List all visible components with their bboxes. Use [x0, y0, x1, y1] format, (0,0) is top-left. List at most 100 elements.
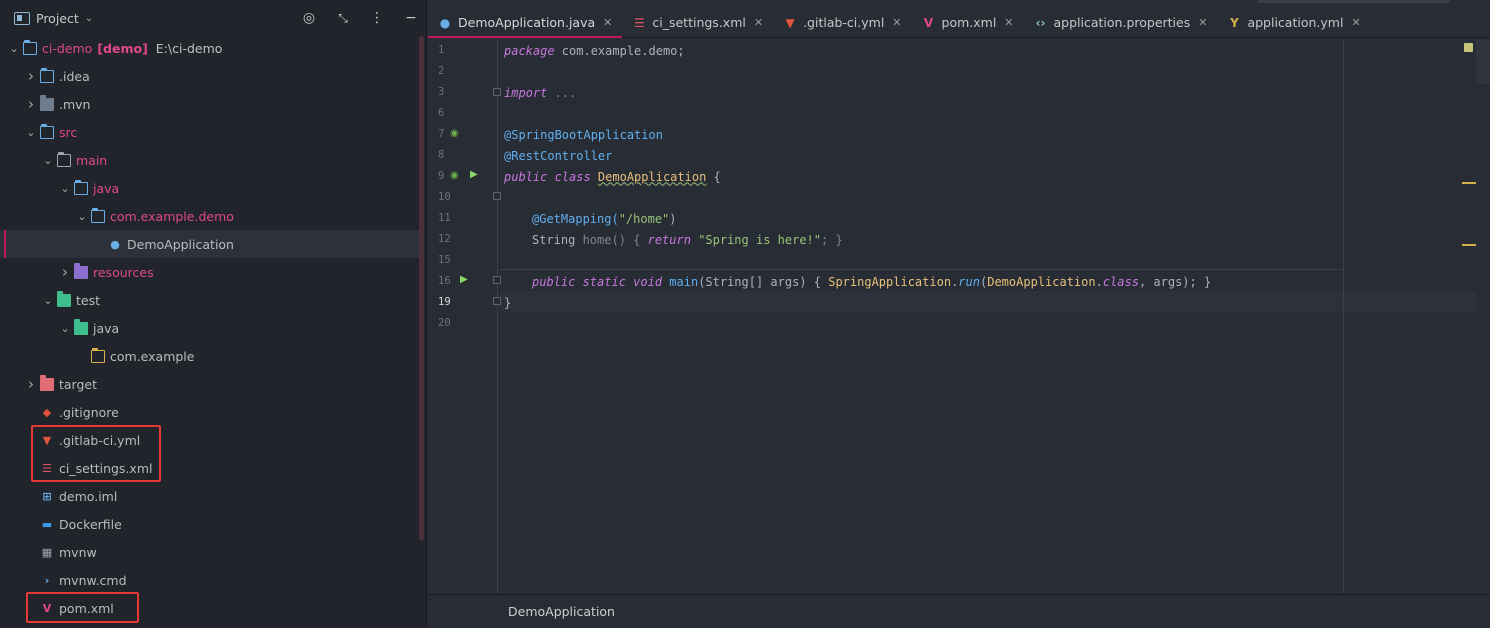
fold-marker-icon[interactable] [493, 276, 501, 284]
fold-marker-icon[interactable] [493, 297, 501, 305]
tree-item[interactable]: ⌄ java [0, 314, 424, 342]
project-icon [14, 11, 30, 25]
chevron-down-icon[interactable]: ⌄ [25, 126, 37, 139]
chevron-right-icon[interactable]: › [25, 67, 37, 85]
folder-yellow-icon [91, 347, 105, 363]
target-icon[interactable]: ◎ [299, 8, 319, 28]
yml-icon: Y [1230, 15, 1239, 30]
run-icon[interactable]: ▶ [460, 274, 468, 285]
code-line-7: @SpringBootApplication [504, 127, 663, 142]
tab-application-properties[interactable]: ‹› application.properties ✕ [1024, 8, 1218, 37]
line-number: 15 [438, 254, 451, 266]
tree-item-label: java [93, 180, 120, 196]
tree-item-label: mvnw [59, 544, 97, 560]
chevron-down-icon[interactable]: ⌄ [42, 154, 54, 167]
tree-item[interactable]: › .idea [0, 62, 424, 90]
tab-demoapplication-java[interactable]: ● DemoApplication.java ✕ [428, 8, 623, 38]
gitlab-icon: ▼ [785, 15, 795, 30]
highlight-box-ci-files [31, 425, 161, 482]
tree-item[interactable]: ⌄ java [0, 174, 424, 202]
xml-settings-icon: ☰ [633, 15, 645, 30]
maven-icon: V [923, 15, 934, 30]
tree-item[interactable]: ◆ .gitignore [0, 398, 424, 426]
more-icon[interactable]: ⋮ [367, 8, 387, 28]
current-line-highlight [499, 291, 1476, 312]
collapse-icon[interactable]: ⤡ [333, 8, 353, 28]
chevron-right-icon[interactable]: › [25, 375, 37, 393]
line-number: 20 [438, 317, 451, 329]
run-icon[interactable]: ▶ [470, 169, 478, 180]
folder-res-icon [74, 262, 88, 279]
editor-breadcrumb: DemoApplication [428, 594, 1490, 628]
tree-item[interactable]: ⌄ main [0, 146, 424, 174]
tree-item-label: resources [93, 264, 154, 280]
git-icon: ◆ [42, 405, 52, 419]
tree-item[interactable]: › target [0, 370, 424, 398]
tree-item[interactable]: ⌄ ci-demo [demo] E:\ci-demo [0, 34, 424, 62]
tab-label: application.properties [1053, 15, 1191, 30]
tree-item[interactable]: ⌄ src [0, 118, 424, 146]
tree-item-label: .gitignore [59, 404, 119, 420]
tree-item-label: src [59, 124, 78, 140]
fold-marker-icon[interactable] [493, 192, 501, 200]
tree-item-label: com.example.demo [110, 208, 234, 224]
tree-item-label: .mvn [59, 96, 91, 112]
script-icon: ▦ [41, 545, 53, 559]
tree-item-label: Dockerfile [59, 516, 122, 532]
warning-marker[interactable] [1462, 182, 1476, 184]
chevron-down-icon[interactable]: ⌄ [59, 322, 71, 335]
tab-gitlab-ci-yml[interactable]: ▼ .gitlab-ci.yml ✕ [773, 8, 911, 37]
close-icon[interactable]: ✕ [754, 16, 763, 29]
chevron-right-icon[interactable]: › [25, 95, 37, 113]
line-number: 8 [438, 149, 445, 161]
chevron-down-icon[interactable]: ⌄ [76, 210, 88, 223]
chevron-down-icon[interactable]: ⌄ [42, 294, 54, 307]
inspection-status-icon[interactable] [1464, 43, 1473, 52]
close-icon[interactable]: ✕ [1351, 16, 1360, 29]
tree-item[interactable]: ⌄ test [0, 286, 424, 314]
iml-icon: ⊞ [42, 489, 52, 503]
project-panel-title: Project [36, 10, 79, 26]
scrollbar-thumb[interactable] [1476, 40, 1490, 84]
tree-scrollbar[interactable] [419, 36, 424, 541]
chevron-right-icon[interactable]: › [59, 263, 71, 281]
tree-item[interactable]: com.example [0, 342, 424, 370]
line-number: 6 [438, 107, 445, 119]
tab-pom-xml[interactable]: Vpom.xml ✕ [912, 8, 1024, 37]
tree-item[interactable]: › resources [0, 258, 424, 286]
tab-ci-settings-xml[interactable]: ☰ ci_settings.xml ✕ [622, 8, 773, 37]
spring-bean-icon[interactable]: ◉ [450, 170, 459, 181]
folder-src-icon [40, 123, 54, 139]
chevron-down-icon[interactable]: ⌄ [59, 182, 71, 195]
minimize-icon[interactable]: − [401, 8, 421, 28]
line-number: 11 [438, 212, 451, 224]
close-icon[interactable]: ✕ [1004, 16, 1013, 29]
code-line-1: package com.example.demo; [504, 43, 685, 58]
spring-bean-icon[interactable]: ◉ [450, 128, 459, 139]
module-icon [23, 39, 37, 55]
tree-item[interactable]: ▬ Dockerfile [0, 510, 424, 538]
project-view-selector[interactable]: Project ⌄ [14, 11, 93, 26]
tab-application-yml[interactable]: Yapplication.yml ✕ [1217, 8, 1370, 37]
tree-item[interactable]: ⊞ demo.iml [0, 482, 424, 510]
tabs-scrollbar[interactable] [1258, 0, 1450, 3]
tree-item[interactable]: › mvnw.cmd [0, 566, 424, 594]
tab-label: application.yml [1247, 15, 1344, 30]
fold-marker-icon[interactable] [493, 88, 501, 96]
tree-item-label: test [76, 292, 101, 308]
code-line-9: public class DemoApplication { [504, 169, 721, 184]
close-icon[interactable]: ✕ [603, 16, 612, 29]
tree-item[interactable]: › .mvn [0, 90, 424, 118]
line-number: 19 [438, 296, 451, 308]
tree-item[interactable]: ⌄ com.example.demo [0, 202, 424, 230]
tree-item[interactable]: ▦ mvnw [0, 538, 424, 566]
tree-item-label: com.example [110, 348, 195, 364]
close-icon[interactable]: ✕ [1198, 16, 1207, 29]
tree-item[interactable]: ● DemoApplication [0, 230, 424, 258]
tree-item-label: DemoApplication [127, 236, 234, 252]
close-icon[interactable]: ✕ [892, 16, 901, 29]
breadcrumb-item[interactable]: DemoApplication [508, 604, 615, 619]
chevron-down-icon[interactable]: ⌄ [8, 42, 20, 55]
warning-marker[interactable] [1462, 244, 1476, 246]
line-number: 2 [438, 65, 445, 77]
